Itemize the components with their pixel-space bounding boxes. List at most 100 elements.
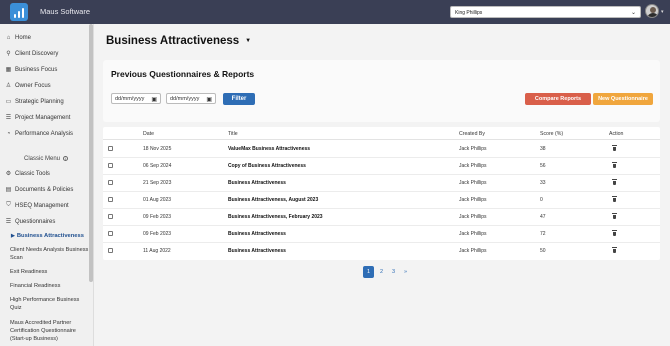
row-score: 56 <box>540 163 546 169</box>
sidebar-subitem-financial-readiness[interactable]: Financial Readiness <box>10 283 90 291</box>
row-title[interactable]: Business Attractiveness, August 2023 <box>228 197 318 203</box>
sidebar-item-strategic-planning[interactable]: ▭ Strategic Planning <box>5 98 64 106</box>
classic-menu-label: Classic Menu i <box>24 156 68 162</box>
list-icon: ☰ <box>5 219 12 225</box>
calendar-icon[interactable]: ▣ <box>151 96 157 103</box>
column-header-date[interactable]: Date <box>143 131 154 137</box>
page-3-button[interactable]: 3 <box>389 266 398 278</box>
column-header-title[interactable]: Title <box>228 131 238 137</box>
sidebar-subitem-high-performance[interactable]: High Performance Business Quiz <box>10 297 90 313</box>
row-checkbox[interactable] <box>108 248 113 253</box>
page-1-button[interactable]: 1 <box>363 266 374 278</box>
top-bar: Maus Software King Phillips ⌄ ▾ <box>0 0 670 24</box>
sidebar-item-documents-policies[interactable]: ▤ Documents & Policies <box>5 186 74 194</box>
sidebar-item-label: Client Discovery <box>15 50 59 57</box>
trash-icon[interactable] <box>612 230 617 236</box>
sidebar-item-business-focus[interactable]: ▦ Business Focus <box>5 66 58 74</box>
filter-button[interactable]: Filter <box>223 93 255 105</box>
column-header-score[interactable]: Score (%) <box>540 131 563 137</box>
row-created-by: Jack Phillips <box>459 163 487 169</box>
home-icon: ⌂ <box>6 34 11 41</box>
sidebar-item-label: HSEQ Management <box>15 202 69 209</box>
sidebar-item-client-discovery[interactable]: ⚲ Client Discovery <box>5 50 59 58</box>
row-title[interactable]: Business Attractiveness <box>228 180 286 186</box>
trash-icon[interactable] <box>612 196 617 202</box>
row-checkbox[interactable] <box>108 214 113 219</box>
row-created-by: Jack Phillips <box>459 197 487 203</box>
trash-icon[interactable] <box>612 145 617 151</box>
calendar-icon[interactable]: ▣ <box>206 96 212 103</box>
row-checkbox[interactable] <box>108 146 113 151</box>
row-created-by: Jack Phillips <box>459 214 487 220</box>
row-date: 06 Sep 2024 <box>143 163 172 169</box>
sidebar-item-label: Questionnaires <box>15 218 56 225</box>
info-icon[interactable]: i <box>62 156 68 161</box>
row-date: 09 Feb 2023 <box>143 231 172 237</box>
sidebar-item-label: Project Management <box>15 114 71 121</box>
row-checkbox[interactable] <box>108 163 113 168</box>
new-questionnaire-button[interactable]: New Questionnaire <box>593 93 653 105</box>
avatar[interactable] <box>645 4 659 18</box>
sidebar-subitem-accredited-partner[interactable]: Maus Accredited Partner Certification Qu… <box>10 320 90 343</box>
row-checkbox[interactable] <box>108 197 113 202</box>
app-logo-icon[interactable] <box>10 3 28 21</box>
date-to-input[interactable]: dd/mm/yyyy ▣ <box>166 93 216 104</box>
table-row[interactable]: 06 Sep 2024 Copy of Business Attractiven… <box>103 158 660 175</box>
row-created-by: Jack Phillips <box>459 180 487 186</box>
chevron-down-icon: ⌄ <box>630 10 636 16</box>
column-header-created-by[interactable]: Created By <box>459 131 485 137</box>
section-title: Previous Questionnaires & Reports <box>111 69 255 79</box>
next-page-button[interactable]: » <box>401 266 410 278</box>
row-score: 72 <box>540 231 546 237</box>
sidebar-item-classic-tools[interactable]: ⚙ Classic Tools <box>5 170 50 178</box>
page-title[interactable]: Business Attractiveness ▼ <box>106 35 251 47</box>
row-title[interactable]: Business Attractiveness <box>228 231 286 237</box>
row-title[interactable]: ValueMax Business Attractiveness <box>228 146 310 152</box>
sidebar-item-performance-analysis[interactable]: ◔ Performance Analysis <box>5 130 73 137</box>
compare-reports-button[interactable]: Compare Reports <box>525 93 591 105</box>
table-row[interactable]: 09 Feb 2023 Business Attractiveness, Feb… <box>103 209 660 226</box>
table-row[interactable]: 09 Feb 2023 Business Attractiveness Jack… <box>103 226 660 243</box>
row-date: 01 Aug 2023 <box>143 197 172 203</box>
row-checkbox[interactable] <box>108 180 113 185</box>
table-row[interactable]: 01 Aug 2023 Business Attractiveness, Aug… <box>103 192 660 209</box>
caret-down-icon: ▼ <box>245 38 252 44</box>
chart-icon: ▦ <box>5 67 12 73</box>
row-title[interactable]: Copy of Business Attractiveness <box>228 163 306 169</box>
sidebar-item-questionnaires[interactable]: ☰ Questionnaires <box>5 218 56 226</box>
row-date: 09 Feb 2023 <box>143 214 172 220</box>
row-checkbox[interactable] <box>108 231 113 236</box>
sidebar-scrollbar[interactable] <box>89 24 93 282</box>
row-score: 33 <box>540 180 546 186</box>
table-row[interactable]: 21 Sep 2023 Business Attractiveness Jack… <box>103 175 660 192</box>
table-row[interactable]: 18 Nov 2025 ValueMax Business Attractive… <box>103 141 660 158</box>
trash-icon[interactable] <box>612 247 617 253</box>
table-header: Date Title Created By Score (%) Action <box>103 127 660 140</box>
document-icon: ▤ <box>5 187 12 193</box>
sidebar-subitem-business-attractiveness[interactable]: ▶ Business Attractiveness <box>11 233 84 239</box>
search-icon: ⚲ <box>6 51 11 57</box>
row-title[interactable]: Business Attractiveness, February 2023 <box>228 214 323 220</box>
row-score: 47 <box>540 214 546 220</box>
table-row[interactable]: 11 Aug 2022 Business Attractiveness Jack… <box>103 243 660 260</box>
user-select[interactable]: King Phillips ⌄ <box>450 6 641 18</box>
date-from-input[interactable]: dd/mm/yyyy ▣ <box>111 93 161 104</box>
sidebar-item-label: Documents & Policies <box>15 186 74 193</box>
sidebar-item-label: Strategic Planning <box>15 98 64 105</box>
trash-icon[interactable] <box>612 179 617 185</box>
shield-icon: ⛉ <box>6 202 11 208</box>
sidebar-item-owner-focus[interactable]: ♙ Owner Focus <box>5 82 51 90</box>
trash-icon[interactable] <box>612 213 617 219</box>
board-icon: ▭ <box>5 99 12 105</box>
sidebar-item-hseq-management[interactable]: ⛉ HSEQ Management <box>5 202 69 209</box>
caret-down-icon[interactable]: ▾ <box>661 9 664 15</box>
page-2-button[interactable]: 2 <box>377 266 386 278</box>
row-title[interactable]: Business Attractiveness <box>228 248 286 254</box>
trash-icon[interactable] <box>612 162 617 168</box>
sidebar-item-project-management[interactable]: ☰ Project Management <box>5 114 71 122</box>
sidebar-subitem-client-needs[interactable]: Client Needs Analysis Business Scan <box>10 247 90 263</box>
row-created-by: Jack Phillips <box>459 231 487 237</box>
sidebar-item-home[interactable]: ⌂ Home <box>5 34 31 41</box>
sidebar-subitem-exit-readiness[interactable]: Exit Readiness <box>10 269 90 277</box>
gear-icon: ⚙ <box>5 171 12 177</box>
